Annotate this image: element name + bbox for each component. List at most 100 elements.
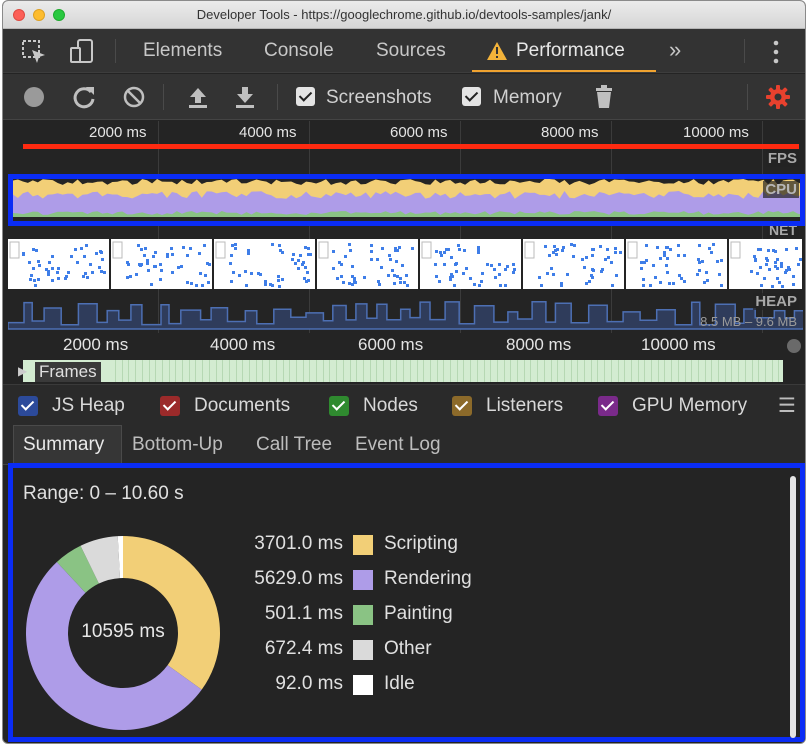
tab-sources[interactable]: Sources [376,40,446,62]
screenshots-checkbox[interactable] [296,87,315,106]
ruler-tick-label: 10000 ms [641,335,716,354]
memory-label: Memory [493,87,562,108]
legend-name-painting: Painting [384,603,453,624]
heap-chart [8,301,803,330]
device-toolbar-icon[interactable] [69,38,97,66]
fps-bar [23,144,799,149]
tab-console[interactable]: Console [264,40,334,62]
legend-name-other: Other [384,638,432,659]
window-title: Developer Tools - https://googlechrome.g… [196,7,612,22]
nodes-checkbox[interactable] [329,396,349,416]
ruler-tick-label: 6000 ms [358,335,424,354]
legend-name-rendering: Rendering [384,568,472,589]
gpu-memory-label: GPU Memory [632,395,748,416]
cpu-chart [8,177,803,221]
listeners-checkbox[interactable] [452,396,472,416]
warning-icon [487,42,507,60]
tab-separator [744,39,745,63]
details-tab-bar: Summary Bottom-Up Call Tree Event Log [3,425,805,465]
range-label: Range: 0 – 10.60 s [23,483,184,504]
frames-status-dot [787,339,801,353]
ruler-tick-label: 8000 ms [506,335,572,354]
more-options-icon[interactable] [771,39,781,65]
garbage-collect-trash-icon[interactable] [591,84,617,110]
more-tabs-chevron-icon[interactable]: » [669,37,681,63]
ruler-tick-label: 8000 ms [541,124,599,141]
ruler-tick-label: 2000 ms [63,335,129,354]
screenshots-label: Screenshots [326,87,432,108]
legend-swatch-other [353,640,373,660]
record-icon[interactable] [21,84,47,110]
scrollbar[interactable] [790,476,796,738]
screenshot-thumbnail [523,239,624,289]
devtools-window: Developer Tools - https://googlechrome.g… [2,0,806,744]
documents-label: Documents [194,395,291,416]
ruler-tick-label: 2000 ms [89,124,147,141]
load-profile-icon[interactable] [185,84,211,110]
memory-checkbox[interactable] [462,87,481,106]
frames-label: Frames [35,362,101,382]
screenshot-thumbnail [214,239,315,289]
timeline-overview[interactable]: 2000 ms 4000 ms 6000 ms 8000 ms 10000 ms… [3,121,805,333]
inspect-element-icon[interactable] [21,39,47,65]
documents-checkbox[interactable] [160,396,180,416]
ruler-tick-label: 4000 ms [210,335,276,354]
screenshot-thumbnail [729,239,802,289]
total-time-label: 10595 ms [81,621,165,642]
screenshot-thumbnail [317,239,418,289]
fps-track-label: FPS [765,150,799,167]
screenshot-thumbnail [111,239,212,289]
screenshot-thumbnail [8,239,109,289]
frames-track[interactable]: 2000 ms 4000 ms 6000 ms 8000 ms 10000 ms… [3,333,805,383]
active-tab-indicator [472,70,656,72]
heap-track-label: HEAP [753,293,799,310]
expand-triangle-icon[interactable]: ▶ [18,364,27,378]
toolbar-separator [163,84,164,110]
ruler-tick-label: 4000 ms [239,124,297,141]
legend-swatch-painting [353,605,373,625]
legend-swatch-rendering [353,570,373,590]
legend-value: 3701.0 ms [254,533,343,554]
legend-value: 501.1 ms [264,603,343,624]
donut-slice-scripting [123,536,220,690]
memory-counters-legend: JS Heap Documents Nodes Listeners GPU Me… [3,384,805,425]
tab-event-log[interactable]: Event Log [355,434,441,456]
reload-icon[interactable] [71,84,97,110]
screenshot-thumbnail [626,239,727,289]
heap-range-label: 8.5 MB – 9.6 MB [700,314,797,329]
legend-name-idle: Idle [384,673,415,694]
screenshot-thumbnail [420,239,521,289]
gpu-memory-checkbox[interactable] [598,396,618,416]
ruler-tick-label: 10000 ms [683,124,749,141]
listeners-label: Listeners [486,395,564,416]
legend-value: 92.0 ms [275,673,343,694]
main-tab-bar: Elements Console Sources Performance » [3,29,805,73]
capture-settings-gear-icon[interactable] [765,84,791,110]
legend-swatch-scripting [353,535,373,555]
tab-call-tree[interactable]: Call Tree [256,434,332,456]
tab-elements[interactable]: Elements [143,40,222,62]
legend-name-scripting: Scripting [384,533,458,554]
menu-icon[interactable]: ☰ [778,393,796,418]
performance-toolbar: Screenshots Memory [3,74,805,120]
title-bar: Developer Tools - https://googlechrome.g… [3,1,805,29]
toolbar-separator [747,84,748,110]
save-profile-icon[interactable] [232,84,258,110]
nodes-label: Nodes [363,395,418,416]
legend-value: 672.4 ms [264,638,343,659]
tab-separator [115,39,116,63]
summary-panel: Range: 0 – 10.60 s 10595 ms 3701.0 ms Scr… [8,463,805,742]
legend-swatch-idle [353,675,373,695]
tab-bottom-up[interactable]: Bottom-Up [132,434,223,456]
tab-summary[interactable]: Summary [23,434,104,456]
legend-value: 5629.0 ms [254,568,343,589]
js-heap-label: JS Heap [52,395,125,416]
toolbar-separator [277,84,278,110]
tab-performance[interactable]: Performance [516,40,625,62]
frames-bar[interactable] [111,360,783,382]
net-track-label: NET [767,222,799,238]
cpu-track-label: CPU [763,181,799,198]
js-heap-checkbox[interactable] [18,396,38,416]
clear-icon[interactable] [121,84,147,110]
ruler-tick-label: 6000 ms [390,124,448,141]
